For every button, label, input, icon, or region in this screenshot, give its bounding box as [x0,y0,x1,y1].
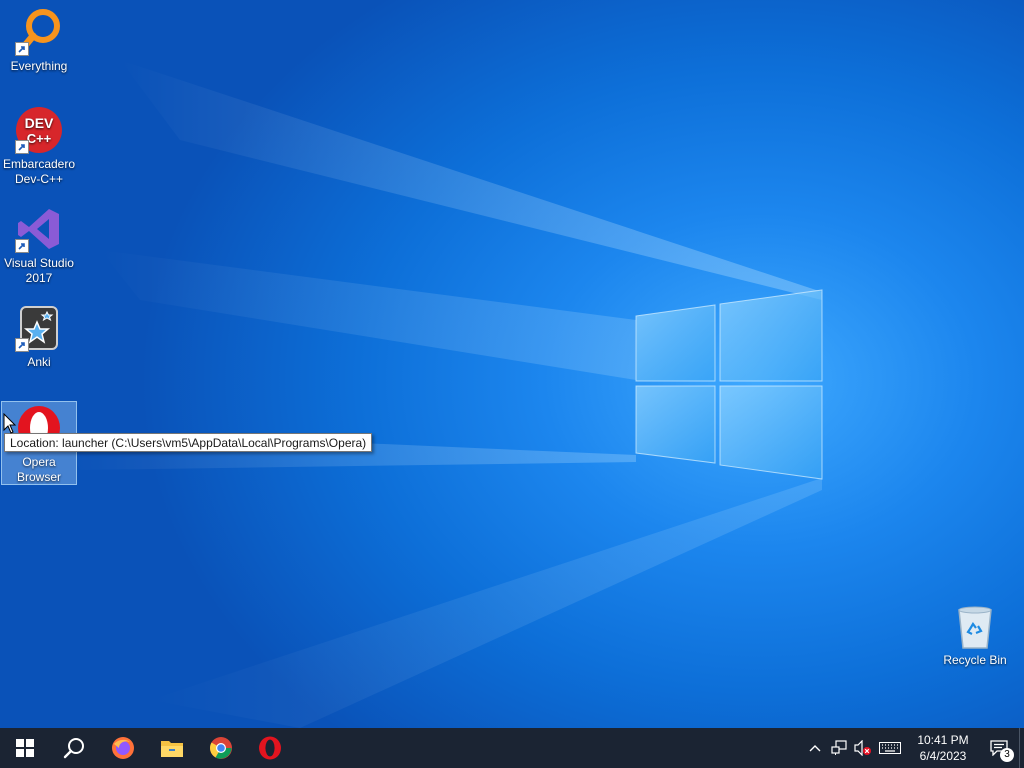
anki-icon [15,304,63,352]
start-icon [15,739,34,757]
input-indicator-button[interactable] [875,728,905,768]
keyboard-icon [879,742,901,754]
desktop-icon-label: Embarcadero [2,157,76,171]
taskbar: 10:41 PM 6/4/2023 3 [0,728,1024,768]
desktop-icon-label: Recycle Bin [943,653,1007,667]
show-hidden-icons-button[interactable] [803,728,827,768]
recycle-bin-icon [951,602,999,650]
start-button[interactable] [0,728,49,768]
devcpp-logo-top: DEV [25,115,54,131]
desktop-icon-dev-cpp[interactable]: DEV C++ Embarcadero Dev-C++ [1,104,77,187]
shortcut-arrow-icon [15,338,29,352]
show-desktop-button[interactable] [1019,728,1024,768]
clock[interactable]: 10:41 PM 6/4/2023 [913,732,973,764]
chevron-up-icon [809,745,821,752]
desktop-icon-everything[interactable]: Everything [1,6,77,74]
windows-logo-wallpaper [635,289,823,480]
mouse-cursor-icon [3,413,17,434]
volume-muted-icon [854,740,871,756]
devcpp-logo-bottom: C++ [27,131,52,146]
opera-icon [258,736,281,760]
wallpaper [60,60,823,728]
system-tray: 10:41 PM 6/4/2023 3 [803,728,1024,768]
shortcut-arrow-icon [15,239,29,253]
everything-icon [15,8,63,56]
shortcut-arrow-icon [15,140,29,154]
taskbar-chrome[interactable] [196,728,245,768]
desktop-icon-anki[interactable]: Anki [1,302,77,370]
desktop-icon-label: Everything [10,59,68,73]
desktop-icon-recycle-bin[interactable]: Recycle Bin [937,600,1013,668]
icon-location-tooltip: Location: launcher (C:\Users\vm5\AppData… [4,433,373,452]
desktop-icon-label: Visual Studio [4,256,74,270]
search-icon [63,738,84,759]
search-button[interactable] [49,728,98,768]
file-explorer-icon [160,741,183,757]
taskbar-file-explorer[interactable] [147,728,196,768]
network-icon [831,740,847,755]
network-button[interactable] [827,728,851,768]
chrome-icon [209,737,232,759]
clock-time: 10:41 PM [917,733,969,747]
taskbar-firefox[interactable] [98,728,147,768]
desktop-icon-visual-studio[interactable]: Visual Studio 2017 [1,203,77,286]
desktop-icon-label: Dev-C++ [14,172,64,186]
visual-studio-icon [15,205,63,253]
desktop-icon-label: 2017 [25,271,53,285]
volume-button[interactable] [851,728,875,768]
action-center-button[interactable]: 3 [979,728,1019,768]
dev-cpp-icon: DEV C++ [15,106,63,154]
shortcut-arrow-icon [15,42,29,56]
desktop-icon-label: Browser [16,470,61,484]
taskbar-opera[interactable] [245,728,294,768]
desktop-icon-label: Opera [22,455,56,469]
notification-count-badge: 3 [1000,748,1014,762]
desktop-icon-label: Anki [27,355,51,369]
clock-date: 6/4/2023 [919,749,967,763]
firefox-icon [111,737,134,759]
